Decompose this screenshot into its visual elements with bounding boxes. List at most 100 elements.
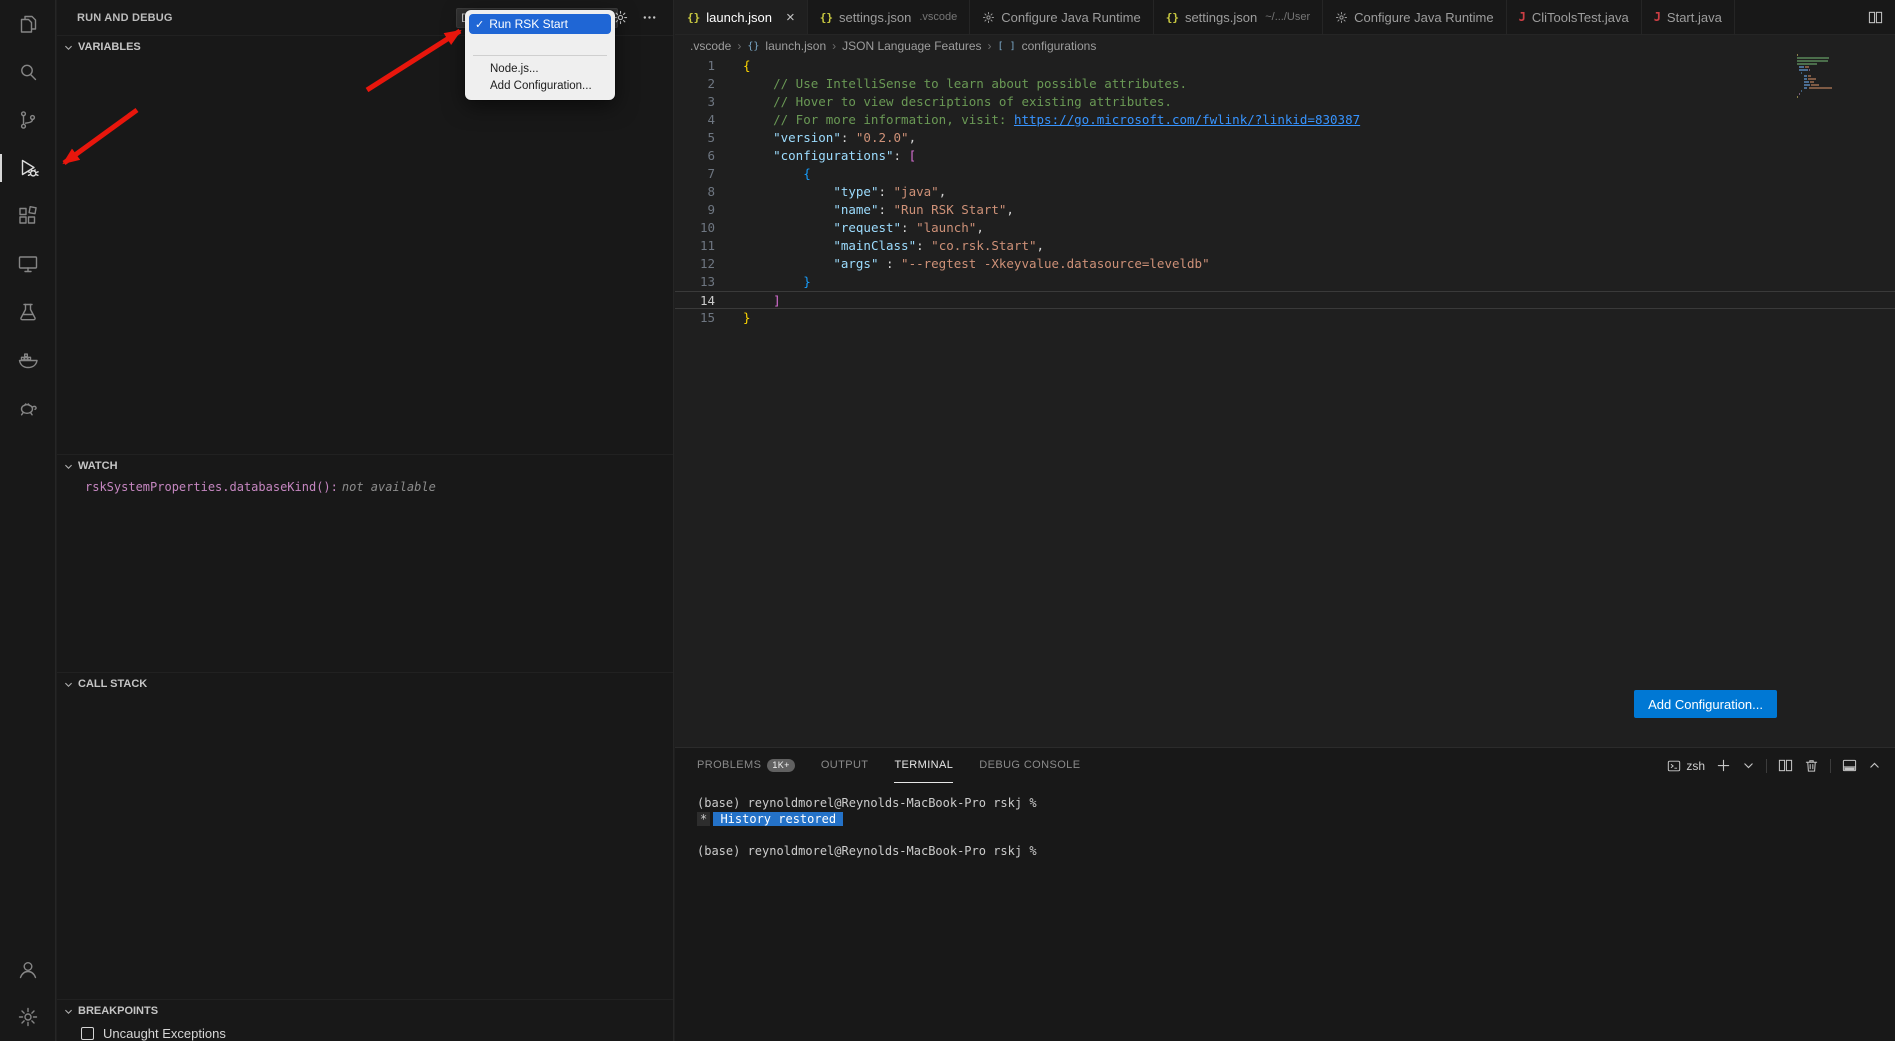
activity-item-accounts[interactable] [0,945,55,993]
breadcrumb-item[interactable]: launch.json [765,39,826,53]
activity-item-testing[interactable] [0,288,55,336]
uncaught-exceptions-checkbox[interactable] [81,1027,94,1040]
activity-item-extensions[interactable] [0,192,55,240]
code-line-15[interactable]: 15} [675,309,1895,327]
panel-actions-divider [1830,759,1831,773]
split-editor-icon[interactable] [1868,10,1883,25]
call-stack-section: CALL STACK [57,672,673,999]
panel-tab-output[interactable]: OUTPUT [821,748,869,783]
tab-launch-json-0[interactable]: {}launch.json× [675,0,808,34]
activity-item-manage[interactable] [0,993,55,1041]
activity-item-explorer[interactable] [0,0,55,48]
activity-item-run-and-debug[interactable] [0,144,55,192]
code-line-10[interactable]: 10 "request": "launch", [675,219,1895,237]
line-number: 11 [675,237,743,255]
code-line-6[interactable]: 6 "configurations": [ [675,147,1895,165]
tab-label: Configure Java Runtime [1354,10,1493,25]
line-number: 4 [675,111,743,129]
code-line-3[interactable]: 3 // Hover to view descriptions of exist… [675,93,1895,111]
dropdown-separator [473,55,607,56]
watch-expression-row[interactable]: rskSystemProperties.databaseKind():not a… [57,477,673,494]
split-terminal-icon[interactable] [1778,758,1793,773]
breadcrumb-separator-icon: › [737,39,741,53]
tab-start-java-6[interactable]: JStart.java [1642,0,1735,34]
close-icon[interactable]: × [786,10,795,25]
panel-tab-debug-console[interactable]: DEBUG CONSOLE [979,748,1080,783]
checkmark-icon: ✓ [475,18,484,31]
dropdown-items: Node.js...Add Configuration... [469,60,611,94]
code-line-11[interactable]: 11 "mainClass": "co.rsk.Start", [675,237,1895,255]
panel-tab-label: OUTPUT [821,759,869,771]
breakpoints-section: BREAKPOINTS Uncaught Exceptions [57,999,673,1041]
panel-tab-label: PROBLEMS [697,759,761,771]
panel-layout-icon[interactable] [1842,758,1857,773]
panel-tab-terminal[interactable]: TERMINAL [894,748,953,783]
runtime-file-icon [982,11,995,24]
code-text: ] [743,292,781,308]
dropdown-spacer [469,34,611,55]
dropdown-item-node-js-[interactable]: Node.js... [469,60,611,77]
activity-item-remote-explorer[interactable] [0,240,55,288]
tab-label: settings.json [839,10,911,25]
tab-description: .vscode [919,11,957,23]
terminal-line [697,827,1895,843]
code-line-1[interactable]: 1{ [675,57,1895,75]
line-number: 8 [675,183,743,201]
new-terminal-icon[interactable] [1716,758,1731,773]
activity-item-search[interactable] [0,48,55,96]
code-line-5[interactable]: 5 "version": "0.2.0", [675,129,1895,147]
tab-configure-java-runtime-2[interactable]: Configure Java Runtime [970,0,1153,34]
activity-item-tortoise[interactable] [0,384,55,432]
activity-item-docker[interactable] [0,336,55,384]
tab-settings-json-1[interactable]: {}settings.json.vscode [808,0,970,34]
breadcrumb-item[interactable]: JSON Language Features [842,39,981,53]
collapse-panel-icon[interactable] [1868,759,1881,772]
tab-clitoolstest-java-5[interactable]: JCliToolsTest.java [1507,0,1642,34]
code-line-2[interactable]: 2 // Use IntelliSense to learn about pos… [675,75,1895,93]
kill-terminal-icon[interactable] [1804,758,1819,773]
terminal-dropdown-icon[interactable] [1742,759,1755,772]
line-number: 5 [675,129,743,147]
variables-section-label: VARIABLES [78,41,141,53]
panel-tab-label: TERMINAL [894,759,953,771]
code-text: "configurations": [ [743,147,916,165]
code-line-9[interactable]: 9 "name": "Run RSK Start", [675,201,1895,219]
panel-tab-problems[interactable]: PROBLEMS1K+ [697,748,795,783]
dropdown-selected-item[interactable]: ✓ Run RSK Start [469,14,611,34]
breakpoint-label: Uncaught Exceptions [103,1026,226,1041]
code-text: "name": "Run RSK Start", [743,201,1014,219]
activity-item-source-control[interactable] [0,96,55,144]
panel-action-icons [1716,758,1881,773]
breadcrumb-item[interactable]: .vscode [690,39,731,53]
terminal-shell-selector[interactable]: zsh [1667,759,1705,773]
breadcrumb-separator-icon: › [988,39,992,53]
chevron-down-icon [63,461,75,472]
call-stack-section-header[interactable]: CALL STACK [57,673,673,695]
breadcrumb-item[interactable]: configurations [1022,39,1097,53]
panel-tabs: PROBLEMS1K+ OUTPUT TERMINAL DEBUG CONSOLE [675,748,1080,783]
code-editor[interactable]: 1{2 // Use IntelliSense to learn about p… [675,57,1895,327]
terminal-content[interactable]: (base) reynoldmorel@Reynolds-MacBook-Pro… [675,783,1895,859]
bottom-panel: PROBLEMS1K+ OUTPUT TERMINAL DEBUG CONSOLE z… [675,747,1895,1041]
minimap[interactable] [1797,54,1853,98]
vscode-window: RUN AND DEBUG D VARIABLES WAT [0,0,1895,1041]
more-actions-icon[interactable] [641,10,657,26]
tab-configure-java-runtime-4[interactable]: Configure Java Runtime [1323,0,1506,34]
breakpoints-section-header[interactable]: BREAKPOINTS [57,1000,673,1022]
code-line-4[interactable]: 4 // For more information, visit: https:… [675,111,1895,129]
java-file-icon: J [1519,10,1526,24]
add-configuration-button[interactable]: Add Configuration... [1634,690,1777,718]
code-line-12[interactable]: 12 "args" : "--regtest -Xkeyvalue.dataso… [675,255,1895,273]
code-line-8[interactable]: 8 "type": "java", [675,183,1895,201]
tab-bar: {}launch.json×{}settings.json.vscodeConf… [675,0,1895,35]
tab-description: ~/.../User [1265,11,1310,23]
line-number: 14 [675,292,743,308]
watch-section-header[interactable]: WATCH [57,455,673,477]
java-file-icon: J [1654,10,1661,24]
code-line-7[interactable]: 7 { [675,165,1895,183]
panel-header: PROBLEMS1K+ OUTPUT TERMINAL DEBUG CONSOLE z… [675,748,1895,783]
code-line-13[interactable]: 13 } [675,273,1895,291]
dropdown-item-add-configuration-[interactable]: Add Configuration... [469,77,611,94]
tab-settings-json-3[interactable]: {}settings.json~/.../User [1154,0,1323,34]
code-line-14[interactable]: 14 ] [675,291,1895,309]
